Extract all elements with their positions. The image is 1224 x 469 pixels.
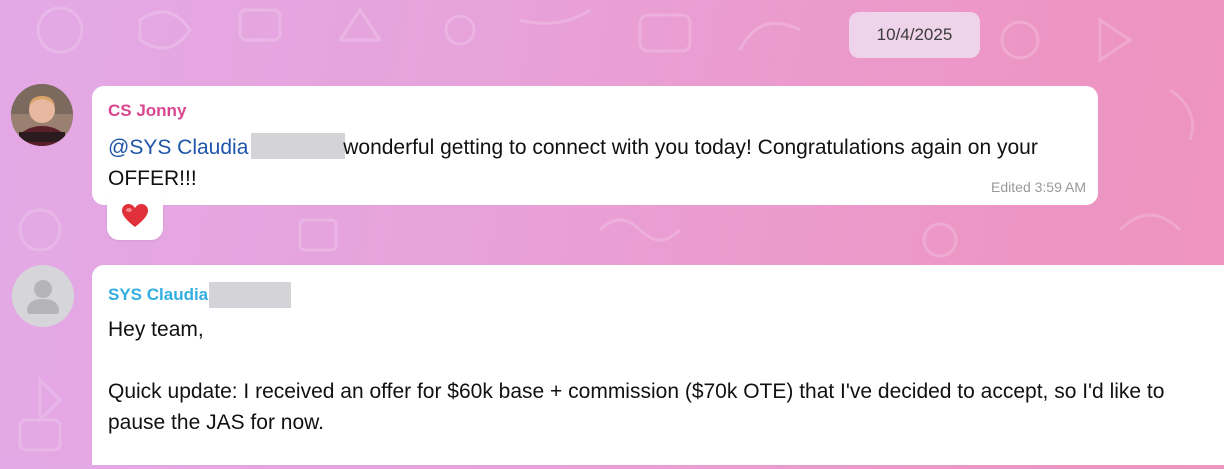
message-paragraph: Hey team, — [108, 318, 204, 341]
reaction-heart[interactable] — [107, 191, 163, 240]
sender-name-label[interactable]: SYS Claudia — [108, 285, 208, 305]
default-user-icon — [12, 265, 74, 327]
redacted-block — [251, 133, 346, 159]
avatar-cs-jonny[interactable] — [11, 84, 73, 146]
heart-icon — [122, 203, 148, 227]
sender-name[interactable]: SYS Claudia — [108, 282, 292, 308]
edited-timestamp: Edited 3:59 AM — [991, 179, 1086, 195]
message-paragraph: Quick update: I received an offer for $6… — [108, 380, 1165, 434]
avatar-photo-icon — [11, 84, 73, 146]
redacted-block — [209, 282, 292, 308]
date-divider-label: 10/4/2025 — [876, 25, 953, 44]
message-text: Hey team, Quick update: I received an of… — [108, 314, 1208, 469]
mention-link[interactable]: @SYS Claudia — [108, 136, 248, 159]
message-bubble-cs-jonny[interactable]: CS Jonny @SYS Claudia wonderful getting … — [92, 86, 1098, 205]
message-text: @SYS Claudia wonderful getting to connec… — [108, 132, 1078, 194]
avatar-sys-claudia[interactable] — [12, 265, 74, 327]
date-divider: 10/4/2025 — [849, 12, 980, 58]
message-bubble-sys-claudia[interactable]: SYS Claudia Hey team, Quick update: I re… — [92, 265, 1224, 465]
sender-name[interactable]: CS Jonny — [108, 101, 186, 121]
